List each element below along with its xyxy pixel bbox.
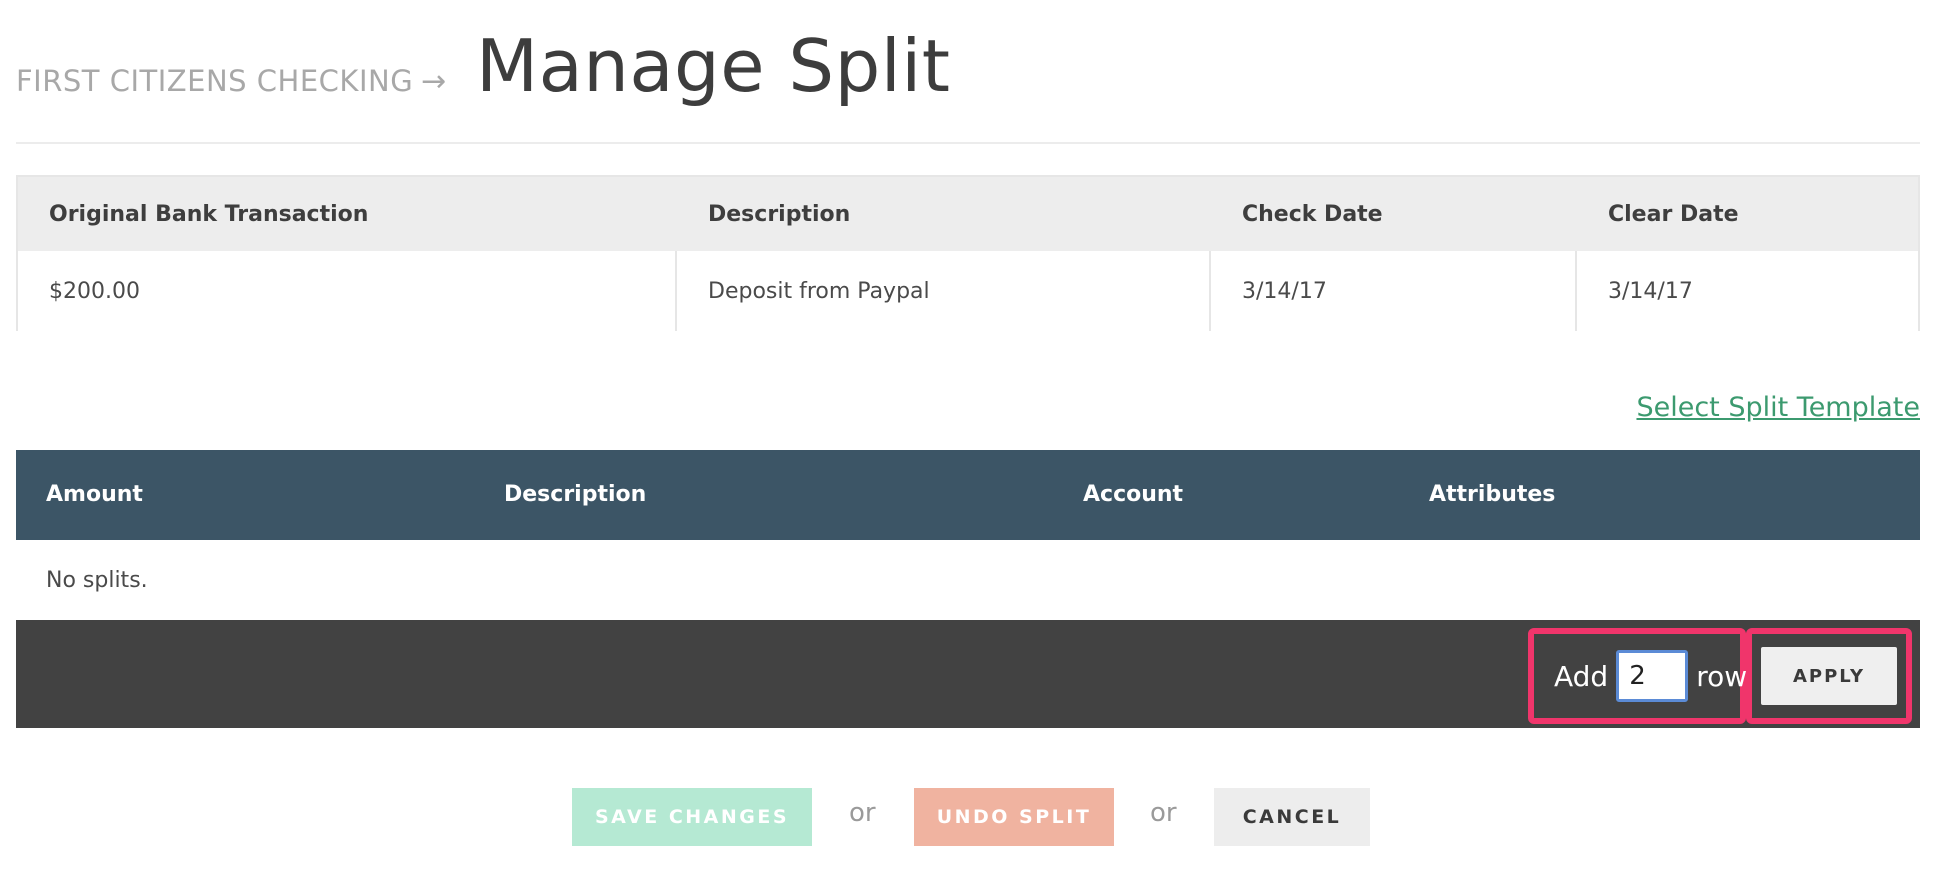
column-header-description: Description — [708, 201, 851, 227]
transaction-check-date: 3/14/17 — [1211, 251, 1577, 331]
column-header-amount: Amount — [46, 482, 143, 507]
save-changes-button[interactable]: SAVE CHANGES — [572, 788, 812, 846]
column-header-original-bank-transaction: Original Bank Transaction — [49, 201, 369, 227]
add-rows-prefix: Add — [1554, 659, 1609, 693]
or-separator: or — [849, 798, 876, 828]
page-title: Manage Split — [476, 24, 951, 108]
column-header-attributes: Attributes — [1429, 482, 1556, 507]
add-rows-control: Add row — [1528, 628, 1748, 724]
action-bar: SAVE CHANGES or UNDO SPLIT or CANCEL — [0, 788, 1936, 846]
column-header-account: Account — [1083, 482, 1184, 507]
transaction-amount: $200.00 — [18, 251, 677, 331]
breadcrumb-account[interactable]: FIRST CITIZENS CHECKING — [16, 64, 413, 98]
apply-button[interactable]: APPLY — [1761, 647, 1897, 705]
add-rows-suffix: row — [1696, 659, 1748, 693]
splits-table-header: Amount Description Account Attributes — [16, 450, 1920, 540]
apply-button-highlight: APPLY — [1746, 628, 1912, 724]
select-split-template-link[interactable]: Select Split Template — [1636, 392, 1920, 423]
original-transaction-table: Original Bank Transaction Description Ch… — [16, 175, 1920, 331]
or-separator: or — [1150, 798, 1177, 828]
undo-split-button[interactable]: UNDO SPLIT — [914, 788, 1114, 846]
empty-splits-message: No splits. — [46, 568, 148, 593]
column-header-description: Description — [504, 482, 647, 507]
row-count-input[interactable] — [1616, 650, 1689, 702]
transaction-description: Deposit from Paypal — [677, 251, 1211, 331]
page-header: FIRST CITIZENS CHECKING → Manage Split — [16, 26, 1920, 144]
table-row: $200.00 Deposit from Paypal 3/14/17 3/14… — [18, 251, 1918, 331]
column-header-check-date: Check Date — [1242, 201, 1383, 227]
column-header-clear-date: Clear Date — [1608, 201, 1739, 227]
cancel-button[interactable]: CANCEL — [1214, 788, 1370, 846]
arrow-right-icon: → — [421, 64, 447, 99]
original-transaction-header-row: Original Bank Transaction Description Ch… — [18, 177, 1918, 251]
transaction-clear-date: 3/14/17 — [1608, 278, 1693, 304]
breadcrumb: FIRST CITIZENS CHECKING → — [16, 64, 447, 99]
